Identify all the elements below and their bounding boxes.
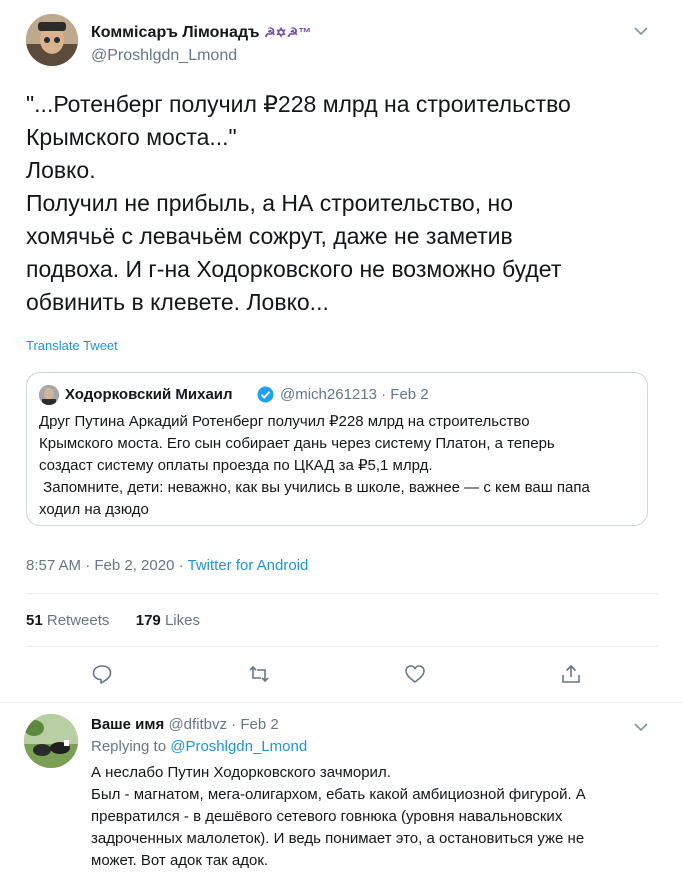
reply-author-name[interactable]: Ваше имя (91, 716, 164, 733)
divider (0, 702, 683, 703)
quoted-author-name: Ходорковский Михаил (65, 386, 233, 403)
tweet-text-line: Ловко. (26, 157, 96, 183)
tweet-text-line: Крымского моста..." (26, 124, 237, 150)
author-name-emoji: ☭✡☭™ (264, 25, 312, 40)
quoted-author-handle-date: @mich261213 · Feb 2 (280, 386, 429, 403)
likes-stat[interactable]: 179 Likes (136, 612, 200, 629)
reply-text-line: превратился - в дешёвого сетевого говнюк… (91, 808, 563, 825)
reply-header: Ваше имя @dfitbvz · Feb 2 (91, 716, 279, 733)
quoted-text-line: Крымского моста. Его сын собирает дань ч… (39, 435, 555, 452)
likes-count: 179 (135, 612, 161, 629)
tweet-text: "...Ротенберг получил ₽228 млрд на строи… (26, 88, 646, 319)
quoted-text-line: создаст систему оплаты проезда по ЦКАД з… (39, 457, 433, 474)
reply-text-line: Был - магнатом, мега-олигархом, ебать ка… (91, 786, 586, 803)
retweets-label: Retweets (46, 612, 110, 629)
author-name-text[interactable]: Коммісаръ Лімонадъ (91, 24, 260, 41)
retweet-icon[interactable] (248, 663, 270, 685)
tweet-source-link[interactable]: Twitter for Android (187, 557, 308, 574)
reply-text-line: задроченных малолеток). И ведь понимает … (91, 830, 585, 847)
retweets-stat[interactable]: 51 Retweets (26, 612, 109, 629)
engagement-stats: 51 Retweets 179 Likes (26, 612, 200, 629)
reply-handle-date[interactable]: @dfitbvz · Feb 2 (168, 716, 278, 733)
quoted-text-line: Друг Путина Аркадий Ротенберг получил ₽2… (39, 413, 530, 430)
tweet-metadata: 8:57 AM · Feb 2, 2020 · Twitter for Andr… (26, 557, 308, 574)
chevron-down-icon[interactable] (632, 720, 650, 734)
retweets-count: 51 (26, 612, 43, 629)
translate-tweet-link[interactable]: Translate Tweet (26, 338, 118, 353)
chevron-down-icon[interactable] (632, 24, 650, 38)
tweet-text-line: "...Ротенберг получил ₽228 млрд на строи… (26, 91, 571, 117)
replying-to-handle-link[interactable]: @Proshlgdn_Lmond (170, 738, 307, 755)
divider (26, 646, 658, 647)
tweet-text-line: Получил не прибыль, а НА строительство, … (26, 190, 513, 216)
quoted-tweet[interactable]: Ходорковский Михаил @mich261213 · Feb 2 … (26, 372, 648, 526)
share-icon[interactable] (560, 663, 582, 685)
tweet-text-line: хомячьё с левачьём сожрут, даже не замет… (26, 223, 513, 249)
reply-author-avatar[interactable] (24, 714, 78, 768)
tweet-text-line: подвоха. И г-на Ходорковского не возможн… (26, 256, 562, 282)
reply-icon[interactable] (91, 663, 113, 685)
quoted-tweet-text: Друг Путина Аркадий Ротенберг получил ₽2… (39, 411, 639, 521)
tweet-timestamp[interactable]: 8:57 AM · Feb 2, 2020 · (26, 557, 187, 574)
replying-to-label: Replying to (91, 738, 171, 755)
quoted-text-line: ходил на дзюдо (39, 501, 149, 518)
author-handle[interactable]: @Proshlgdn_Lmond (91, 47, 237, 65)
replying-to: Replying to @Proshlgdn_Lmond (91, 738, 307, 755)
divider (26, 593, 658, 594)
likes-label: Likes (164, 612, 200, 629)
author-avatar[interactable] (26, 14, 78, 66)
author-name[interactable]: Коммісаръ Лімонадъ ☭✡☭™ (91, 24, 311, 42)
quoted-author-avatar (39, 385, 59, 405)
reply-text: А неслабо Путин Ходорковского зачморил. … (91, 762, 661, 872)
tweet-text-line: обвинить в клевете. Ловко... (26, 289, 329, 315)
like-heart-icon[interactable] (404, 663, 426, 685)
verified-badge-icon (257, 386, 274, 403)
reply-text-line: А неслабо Путин Ходорковского зачморил. (91, 764, 391, 781)
quoted-text-line: Запомните, дети: неважно, как вы учились… (39, 479, 590, 496)
